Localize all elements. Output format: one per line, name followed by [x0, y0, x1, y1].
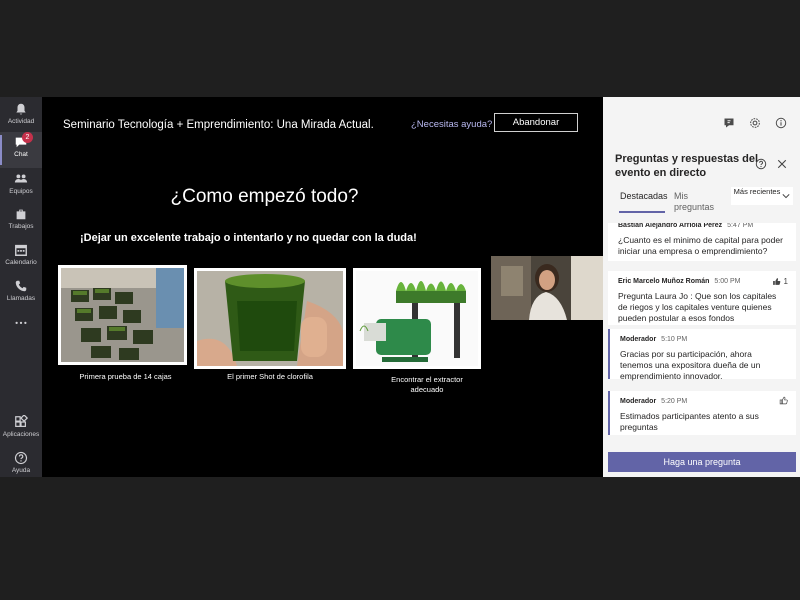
rail-item-trabajos[interactable]: Trabajos: [0, 204, 42, 240]
like-button[interactable]: 1: [772, 276, 788, 287]
like-button[interactable]: [779, 396, 788, 405]
reply-author: Moderador: [620, 336, 657, 343]
rail-item-actividad[interactable]: Actividad: [0, 99, 42, 135]
thumbs-up-icon: [772, 278, 780, 285]
leave-button[interactable]: Abandonar: [494, 113, 578, 132]
help-icon[interactable]: [755, 158, 767, 170]
qa-chat-icon[interactable]: [723, 117, 735, 129]
chat-unread-badge: 2: [22, 132, 33, 143]
ask-question-button[interactable]: Haga una pregunta: [608, 452, 796, 472]
question-time: 5:00 PM: [714, 278, 741, 285]
question-text: ¿Cuanto es el minimo de capital para pod…: [618, 235, 783, 256]
slide-title: ¿Como empezó todo?: [170, 186, 359, 207]
photo-caption: Primera prueba de 14 cajas: [79, 372, 172, 381]
reply-time: 5:20 PM: [661, 398, 688, 405]
rail-label: Actividad: [7, 118, 35, 125]
sort-dropdown[interactable]: Más recientes: [731, 187, 793, 205]
moderator-reply-card: Moderador 5:10 PM Gracias por su partici…: [608, 329, 796, 381]
rail-label: Ayuda: [11, 467, 31, 474]
slide-photo-shot: [194, 268, 346, 369]
reply-text: Estimados participantes atento a sus pre…: [620, 411, 759, 432]
qa-panel: Preguntas y respuestas del evento en dir…: [603, 97, 800, 477]
tab-mis-preguntas[interactable]: Mis preguntas: [674, 191, 726, 213]
rail-label: Llamadas: [6, 295, 36, 302]
reply-text: Gracias por su participación, ahora tene…: [620, 349, 761, 381]
rail-label: Aplicaciones: [2, 431, 40, 438]
rail-label: Calendario: [5, 259, 37, 266]
tab-destacadas[interactable]: Destacadas: [620, 191, 668, 202]
more-icon: [15, 321, 27, 325]
help-icon: [14, 451, 28, 465]
participant-video[interactable]: [491, 256, 604, 320]
photo-caption: El primer Shot de clorofila: [227, 372, 313, 381]
rail-item-chat[interactable]: 2 Chat: [0, 132, 42, 168]
apps-icon: [15, 415, 28, 427]
rail-item-llamadas[interactable]: Llamadas: [0, 276, 42, 312]
slide-photo-extractor: [353, 268, 481, 369]
meeting-title: Seminario Tecnología + Emprendimiento: U…: [63, 119, 374, 131]
question-time: 5:47 PM: [727, 223, 754, 229]
rail-item-equipos[interactable]: Equipos: [0, 169, 42, 205]
meeting-stage: Seminario Tecnología + Emprendimiento: U…: [42, 97, 604, 477]
question-card[interactable]: Bastián Alejandro Arriola Pérez 5:47 PM …: [608, 223, 796, 261]
info-icon[interactable]: [775, 117, 787, 129]
gear-icon[interactable]: [749, 117, 761, 129]
photo-caption: Encontrar el extractor adecuado: [391, 375, 463, 394]
moderator-reply-card: Moderador 5:20 PM Estimados participante…: [608, 391, 796, 435]
rail-label: Equipos: [9, 188, 33, 195]
question-author: Bastián Alejandro Arriola Pérez: [618, 223, 723, 229]
bell-icon: [16, 103, 26, 115]
rail-label: Trabajos: [8, 223, 34, 230]
close-icon[interactable]: [776, 158, 788, 170]
briefcase-icon: [16, 209, 26, 220]
rail-label: Chat: [14, 151, 28, 158]
calendar-icon: [15, 244, 27, 256]
slide-photo-trays: [58, 265, 187, 365]
teams-icon: [14, 174, 28, 183]
rail-item-calendario[interactable]: Calendario: [0, 240, 42, 276]
rail-item-ayuda[interactable]: Ayuda: [0, 448, 42, 484]
like-count: 1: [783, 277, 788, 286]
question-author: Eric Marcelo Muñoz Román: [618, 278, 710, 285]
thumbs-up-icon: [779, 396, 788, 405]
qa-panel-title: Preguntas y respuestas del evento en dir…: [615, 153, 759, 179]
reply-time: 5:10 PM: [661, 336, 688, 343]
help-link[interactable]: ¿Necesitas ayuda?: [411, 119, 492, 130]
sort-label: Más recientes: [733, 187, 781, 196]
question-text: Pregunta Laura Jo : Que son los capitale…: [618, 291, 777, 323]
rail-item-more[interactable]: [0, 312, 42, 348]
phone-icon: [15, 280, 27, 292]
question-card[interactable]: Eric Marcelo Muñoz Román 5:00 PM 1 Pregu…: [608, 271, 796, 325]
app-rail: Actividad 2 Chat Equipos Trabajos Calend…: [0, 97, 42, 477]
chevron-down-icon: [782, 194, 790, 199]
reply-author: Moderador: [620, 398, 657, 405]
teams-window: Actividad 2 Chat Equipos Trabajos Calend…: [0, 97, 800, 477]
rail-item-aplicaciones[interactable]: Aplicaciones: [0, 412, 42, 448]
active-tab-indicator: [619, 211, 665, 213]
slide-subtitle: ¡Dejar un excelente trabajo o intentarlo…: [80, 232, 417, 244]
